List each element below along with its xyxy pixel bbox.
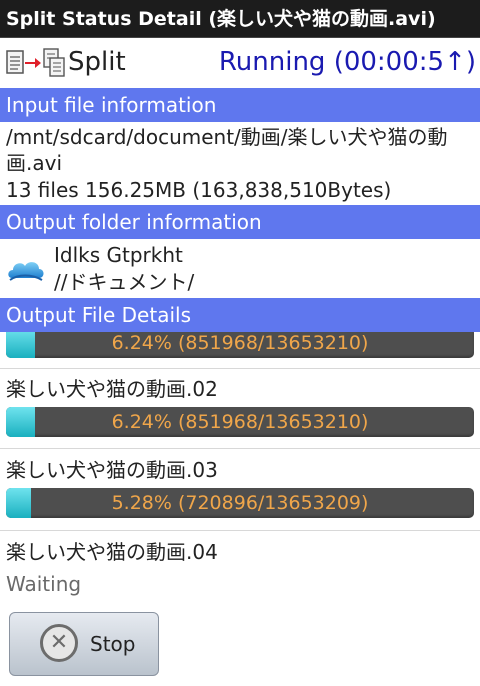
operation-name: Split — [68, 47, 126, 77]
cancel-x-icon: ✕ — [40, 624, 78, 662]
output-file-list[interactable]: 6.24% (851968/13653210) 楽しい犬や猫の動画.02 6.2… — [0, 332, 480, 606]
list-divider — [0, 530, 480, 531]
window-title: Split Status Detail (楽しい犬や猫の動画.avi) — [0, 0, 480, 38]
progress-label: 6.24% (851968/13653210) — [111, 332, 369, 354]
skydrive-cloud-icon — [8, 262, 44, 281]
file-3-name: 楽しい犬や猫の動画.03 — [6, 458, 218, 482]
output-section-header: Output folder information — [0, 205, 480, 239]
input-file-path: /mnt/sdcard/document/動画/楽しい犬や猫の動画.avi — [6, 125, 448, 175]
operation-status: Running (00:00:5↑) — [218, 47, 476, 77]
list-divider — [0, 448, 480, 449]
file-2-progress-bar: 6.24% (851968/13653210) — [6, 407, 474, 437]
list-divider — [0, 368, 480, 369]
progress-label: 6.24% (851968/13653210) — [111, 411, 369, 433]
file-4-status: Waiting — [6, 572, 82, 596]
split-files-icon — [6, 48, 65, 77]
input-file-summary: 13 files 156.25MB (163,838,510Bytes) — [6, 178, 392, 202]
output-account-name: Idlks Gtprkht — [54, 243, 183, 267]
file-2-name: 楽しい犬や猫の動画.02 — [6, 377, 218, 401]
details-section-header: Output File Details — [0, 298, 480, 332]
file-4-name: 楽しい犬や猫の動画.04 — [6, 540, 218, 564]
output-folder-path: //ドキュメント/ — [54, 270, 195, 294]
progress-label: 5.28% (720896/13653209) — [111, 492, 369, 514]
stop-button[interactable]: ✕ Stop — [9, 612, 159, 676]
stop-button-label: Stop — [90, 632, 136, 656]
file-3-progress-bar: 5.28% (720896/13653209) — [6, 488, 474, 518]
input-section-header: Input file information — [0, 88, 480, 122]
operation-row: Split Running (00:00:5↑) — [0, 40, 480, 86]
file-1-progress-bar: 6.24% (851968/13653210) — [6, 332, 474, 358]
